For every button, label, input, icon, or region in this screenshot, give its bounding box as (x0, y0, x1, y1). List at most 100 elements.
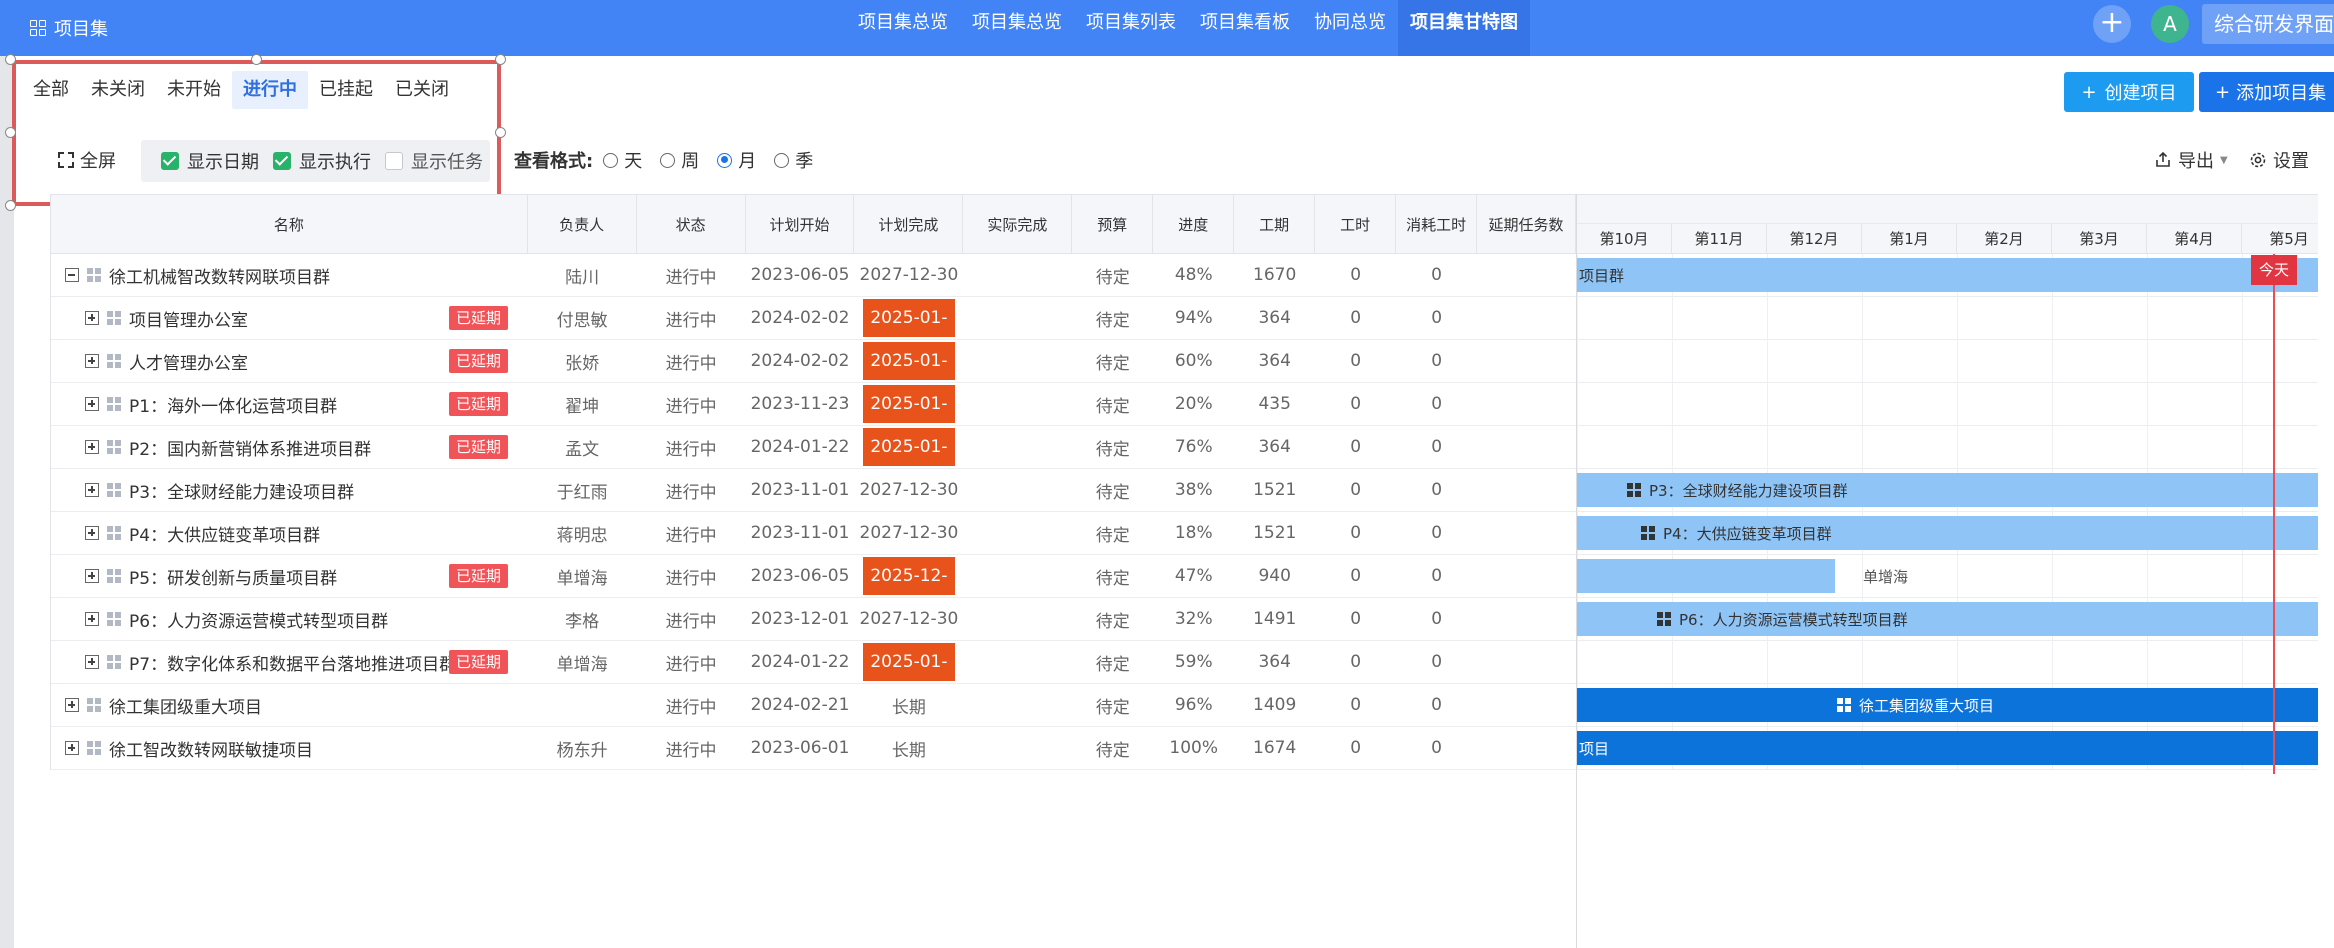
nav-program-list[interactable]: 项目集列表 (1074, 0, 1188, 56)
gantt-bar[interactable]: 单增海 (1577, 559, 1908, 593)
cell-delayed-tasks (1477, 641, 1576, 683)
table-row[interactable]: 徐工机械智改数转网联项目群 陆川 进行中 2023-06-05 2027-12-30 待定… (51, 254, 1576, 297)
create-project-button[interactable]: + 创建项目 (2064, 72, 2194, 112)
table-row[interactable]: P2：国内新营销体系推进项目群 已延期 孟文 进行中 2024-01-22 2025-01… (51, 426, 1576, 495)
apps-grid-icon (30, 20, 46, 36)
nav-collab-overview[interactable]: 协同总览 (1302, 0, 1398, 56)
selection-handle[interactable] (495, 127, 506, 138)
gantt-gridline (1862, 297, 1863, 340)
view-day-radio[interactable]: 天 (603, 147, 642, 173)
program-name-link[interactable]: P6：人力资源运营模式转型项目群 (129, 607, 388, 632)
gantt-row (1577, 297, 2318, 340)
cell-plan-start: 2024-02-02 (750, 308, 850, 328)
table-row[interactable]: P3：全球财经能力建设项目群 于红雨 进行中 2023-11-01 2027-12-30… (51, 469, 1576, 512)
avatar[interactable]: A (2151, 5, 2189, 43)
table-row[interactable]: 徐工智改数转网联敏捷项目 杨东升 进行中 2023-06-01 长期 待定 100% 1674… (51, 727, 1576, 770)
program-name-link[interactable]: 徐工集团级重大项目 (109, 693, 262, 718)
gantt-month: 第5月 (2242, 224, 2318, 253)
program-name-link[interactable]: P2：国内新营销体系推进项目群 (129, 435, 371, 460)
overdue-date: 2025-01-30 (862, 342, 955, 409)
brand[interactable]: 项目集 (30, 10, 108, 46)
program-name-link[interactable]: P1：海外一体化运营项目群 (129, 392, 337, 417)
table-row[interactable]: 徐工集团级重大项目 进行中 2024-02-21 长期 待定 96% 1409 0 0 (51, 684, 1576, 727)
show-task-label: 显示任务 (411, 152, 483, 173)
nav-program-overview[interactable]: 项目集总览 (846, 0, 960, 56)
expand-icon[interactable] (85, 569, 99, 583)
program-name-link[interactable]: 项目管理办公室 (129, 306, 248, 331)
collapse-icon[interactable] (65, 268, 79, 282)
gantt-bar[interactable]: P3：全球财经能力建设项目群 (1577, 473, 2318, 507)
program-name-link[interactable]: 徐工机械智改数转网联项目群 (109, 263, 330, 288)
nav-program-gantt[interactable]: 项目集甘特图 (1398, 0, 1530, 56)
table-row[interactable]: P7：数字化体系和数据平台落地推进项目群 已延期 单增海 进行中 2024-01-22 2… (51, 641, 1576, 710)
selection-handle[interactable] (5, 200, 16, 211)
view-week-radio[interactable]: 周 (660, 147, 699, 173)
table-row[interactable]: 项目管理办公室 已延期 付思敏 进行中 2024-02-02 2025-01-30 待定 94… (51, 297, 1576, 366)
program-name-link[interactable]: P5：研发创新与质量项目群 (129, 564, 337, 589)
export-dropdown[interactable]: 导出 ▼ (2154, 147, 2228, 173)
filter-all[interactable]: 全部 (22, 71, 80, 109)
gantt-row (1577, 426, 2318, 469)
table-row[interactable]: P1：海外一体化运营项目群 已延期 翟坤 进行中 2023-11-23 2025-01-3… (51, 383, 1576, 452)
global-add-button[interactable]: + (2093, 5, 2131, 43)
gantt-bar[interactable]: 项目 (1577, 731, 2318, 765)
filter-in-progress[interactable]: 进行中 (232, 71, 308, 109)
expand-icon[interactable] (85, 526, 99, 540)
expand-icon[interactable] (85, 397, 99, 411)
program-name-link[interactable]: P4：大供应链变革项目群 (129, 521, 320, 546)
program-name-link[interactable]: 徐工智改数转网联敏捷项目 (109, 736, 313, 761)
program-name-link[interactable]: P3：全球财经能力建设项目群 (129, 478, 354, 503)
selection-handle[interactable] (5, 54, 16, 65)
program-name-link[interactable]: 人才管理办公室 (129, 349, 248, 374)
gantt-gridline (2052, 641, 2053, 684)
gantt-bar[interactable]: P4：大供应链变革项目群 (1577, 516, 2318, 550)
gantt-bar[interactable]: 项目群 (1577, 258, 2318, 292)
cell-consumed: 0 (1431, 394, 1443, 414)
program-icon (107, 397, 121, 411)
selection-handle[interactable] (495, 54, 506, 65)
gantt-gridline (2242, 555, 2243, 598)
view-month-radio[interactable]: 月 (717, 147, 756, 173)
table-row[interactable]: P4：大供应链变革项目群 蒋明忠 进行中 2023-11-01 2027-12-30 待定… (51, 512, 1576, 555)
expand-icon[interactable] (85, 612, 99, 626)
fullscreen-button[interactable]: 全屏 (58, 147, 116, 173)
selection-handle[interactable] (5, 127, 16, 138)
cell-status: 进行中 (665, 482, 717, 503)
add-program-button[interactable]: + 添加项目集 (2199, 72, 2334, 112)
cell-status: 进行中 (665, 396, 717, 417)
gantt-bar[interactable]: 徐工集团级重大项目 (1577, 688, 2318, 722)
expand-icon[interactable] (85, 311, 99, 325)
table-row[interactable]: P5：研发创新与质量项目群 已延期 单增海 进行中 2023-06-05 2025-12-… (51, 555, 1576, 624)
filter-unclosed[interactable]: 未关闭 (80, 71, 156, 109)
expand-icon[interactable] (85, 655, 99, 669)
cell-actual-end (963, 469, 1072, 511)
filter-suspended[interactable]: 已挂起 (308, 71, 384, 109)
show-task-checkbox[interactable]: 显示任务 (385, 148, 483, 174)
gear-icon (2250, 152, 2266, 168)
org-switcher[interactable]: 综合研发界面 (2202, 4, 2334, 44)
gantt-gridline (2242, 383, 2243, 426)
settings-button[interactable]: 设置 (2249, 147, 2309, 173)
program-table: 名称 负责人 状态 计划开始 计划完成 实际完成 预算 进度 工期 工时 消耗工时 延期任务数 徐工机… (50, 194, 1576, 770)
expand-icon[interactable] (65, 698, 79, 712)
view-season-radio[interactable]: 季 (774, 147, 813, 173)
selection-handle[interactable] (251, 54, 262, 65)
expand-icon[interactable] (85, 354, 99, 368)
cell-delayed-tasks (1477, 727, 1576, 769)
expand-icon[interactable] (65, 741, 79, 755)
cell-actual-end (963, 641, 1072, 683)
nav-program-overview-2[interactable]: 项目集总览 (960, 0, 1074, 56)
expand-icon[interactable] (85, 440, 99, 454)
show-exec-checkbox[interactable]: 显示执行 (273, 148, 371, 174)
cell-consumed: 0 (1431, 695, 1442, 715)
program-name-link[interactable]: P7：数字化体系和数据平台落地推进项目群 (129, 650, 456, 675)
show-date-checkbox[interactable]: 显示日期 (161, 148, 259, 174)
expand-icon[interactable] (85, 483, 99, 497)
table-row[interactable]: 人才管理办公室 已延期 张娇 进行中 2024-02-02 2025-01-30 待定 60%… (51, 340, 1576, 409)
filter-closed[interactable]: 已关闭 (384, 71, 460, 109)
filter-not-started[interactable]: 未开始 (156, 71, 232, 109)
cell-plan-end: 2025-01-19 (854, 426, 963, 495)
table-row[interactable]: P6：人力资源运营模式转型项目群 李格 进行中 2023-12-01 2027-12-3… (51, 598, 1576, 641)
nav-program-board[interactable]: 项目集看板 (1188, 0, 1302, 56)
gantt-bar[interactable]: P6：人力资源运营模式转型项目群 (1577, 602, 2318, 636)
